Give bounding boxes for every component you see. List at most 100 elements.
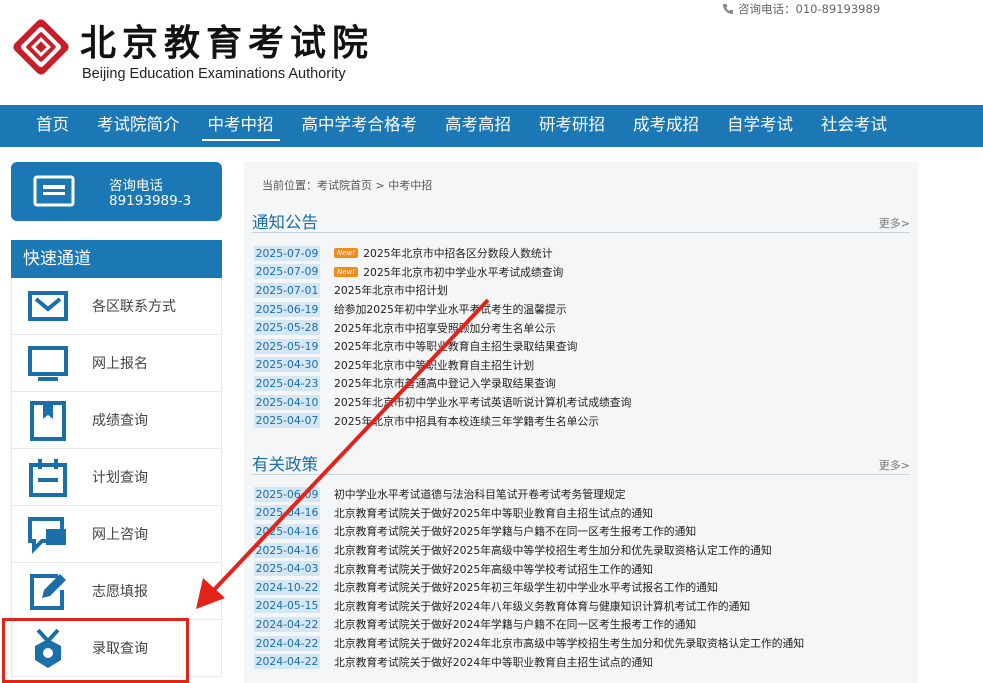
news-title-link[interactable]: 2025年北京市普通高中登记入学录取结果查询 [334, 375, 556, 391]
news-title-link[interactable]: 2025年北京市初中学业水平考试成绩查询 [363, 264, 563, 280]
nav-item-1[interactable]: 考试院简介 [97, 105, 180, 147]
quick-item-4[interactable]: 网上咨询 [11, 506, 222, 563]
news-date: 2024-04-22 [254, 635, 320, 651]
main-content: 当前位置：考试院首页 > 中考中招 通知公告 更多> 2025-07-09 New… [244, 162, 918, 683]
notices-row[interactable]: 2025-04-30 2025年北京市中等职业教育自主招生计划 [254, 356, 909, 375]
nav-item-4[interactable]: 高考高招 [445, 105, 511, 147]
quick-item-3[interactable]: 计划查询 [11, 449, 222, 506]
news-date: 2024-04-22 [254, 616, 320, 632]
nav-item-8[interactable]: 社会考试 [821, 105, 887, 147]
news-date: 2025-04-16 [254, 523, 320, 539]
nav-item-6[interactable]: 成考成招 [633, 105, 699, 147]
highlight-box [2, 618, 189, 683]
notices-row[interactable]: 2025-05-28 2025年北京市中招享受照顾加分考生名单公示 [254, 318, 909, 337]
notices-list: 2025-07-09 New! 2025年北京市中招各区分数段人数统计 2025-07… [254, 244, 909, 430]
new-badge: New! [334, 248, 359, 259]
news-title-link[interactable]: 北京教育考试院关于做好2025年中等职业教育自主招生试点的通知 [334, 505, 653, 521]
policies-list: 2025-06-09 初中学业水平考试道德与法治科目笔试开卷考试考务管理规定 202… [254, 485, 909, 671]
nav-item-0[interactable]: 首页 [36, 105, 69, 147]
main-nav: 首页 考试院简介 中考中招 高中学考合格考 高考高招 研考研招 成考成招 自学考试 社会考试 [0, 105, 983, 147]
edit-icon [28, 572, 68, 612]
quick-item-5[interactable]: 志愿填报 [11, 563, 222, 620]
quick-item-1[interactable]: 网上报名 [11, 335, 222, 392]
news-title-link[interactable]: 初中学业水平考试道德与法治科目笔试开卷考试考务管理规定 [334, 486, 626, 502]
news-date: 2024-04-22 [254, 654, 320, 670]
policies-row[interactable]: 2025-04-16 北京教育考试院关于做好2025年高级中等学校招生考生加分和优… [254, 541, 909, 560]
news-date: 2025-07-01 [254, 282, 320, 298]
news-title-link[interactable]: 北京教育考试院关于做好2024年中等职业教育自主招生试点的通知 [334, 654, 653, 670]
news-title-link[interactable]: 给参加2025年初中学业水平考试考生的温馨提示 [334, 301, 567, 317]
notices-row[interactable]: 2025-07-09 New! 2025年北京市中招各区分数段人数统计 [254, 244, 909, 263]
policies-more-link[interactable]: 更多> [879, 457, 910, 473]
news-date: 2025-04-16 [254, 542, 320, 558]
news-date: 2025-04-07 [254, 413, 320, 429]
news-date: 2025-06-19 [254, 301, 320, 317]
news-title-link[interactable]: 2025年北京市中招享受照顾加分考生名单公示 [334, 320, 556, 336]
policies-row[interactable]: 2024-05-15 北京教育考试院关于做好2024年八年级义务教育体育与健康知识… [254, 597, 909, 616]
news-title-link[interactable]: 北京教育考试院关于做好2025年学籍与户籍不在同一区考生报考工作的通知 [334, 523, 696, 539]
policies-row[interactable]: 2024-10-22 北京教育考试院关于做好2025年初三年级学生初中学业水平考试… [254, 578, 909, 597]
policies-row[interactable]: 2025-04-16 北京教育考试院关于做好2025年学籍与户籍不在同一区考生报考… [254, 522, 909, 541]
site-subtitle: Beijing Education Examinations Authority [82, 66, 346, 82]
quick-item-label: 网上报名 [92, 356, 148, 372]
hotline-label: 咨询电话 [109, 178, 163, 194]
nav-item-3[interactable]: 高中学考合格考 [302, 105, 418, 147]
policies-header: 有关政策 更多> [252, 451, 910, 475]
news-date: 2025-05-19 [254, 338, 320, 354]
chat-icon [28, 515, 68, 555]
policies-row[interactable]: 2024-04-22 北京教育考试院关于做好2024年北京市高级中等学校招生考生加… [254, 634, 909, 653]
policies-title[interactable]: 有关政策 [252, 451, 318, 475]
notices-row[interactable]: 2025-04-10 2025年北京市初中学业水平考试英语听说计算机考试成绩查询 [254, 393, 909, 412]
notices-row[interactable]: 2025-06-19 给参加2025年初中学业水平考试考生的温馨提示 [254, 300, 909, 319]
policies-row[interactable]: 2024-04-22 北京教育考试院关于做好2024年中等职业教育自主招生试点的通… [254, 652, 909, 671]
notices-row[interactable]: 2025-07-01 2025年北京市中招计划 [254, 281, 909, 300]
notices-title[interactable]: 通知公告 [252, 209, 318, 233]
quick-item-label: 网上咨询 [92, 527, 148, 543]
notices-row[interactable]: 2025-04-23 2025年北京市普通高中登记入学录取结果查询 [254, 374, 909, 393]
news-title-link[interactable]: 北京教育考试院关于做好2024年八年级义务教育体育与健康知识计算机考试工作的通知 [334, 598, 750, 614]
news-date: 2025-04-23 [254, 375, 320, 391]
news-title-link[interactable]: 北京教育考试院关于做好2024年学籍与户籍不在同一区考生报考工作的通知 [334, 616, 696, 632]
quick-item-0[interactable]: 各区联系方式 [11, 278, 222, 335]
nav-item-7[interactable]: 自学考试 [727, 105, 793, 147]
quick-item-label: 计划查询 [92, 470, 148, 486]
policies-row[interactable]: 2025-06-09 初中学业水平考试道德与法治科目笔试开卷考试考务管理规定 [254, 485, 909, 504]
news-date: 2025-07-09 [254, 264, 320, 280]
notices-row[interactable]: 2025-07-09 New! 2025年北京市初中学业水平考试成绩查询 [254, 263, 909, 282]
policies-row[interactable]: 2025-04-16 北京教育考试院关于做好2025年中等职业教育自主招生试点的通… [254, 504, 909, 523]
news-date: 2025-04-16 [254, 505, 320, 521]
phone-icon [723, 4, 733, 14]
telephone-icon [33, 175, 75, 207]
news-title-link[interactable]: 北京教育考试院关于做好2025年高级中等学校考试招生工作的通知 [334, 561, 653, 577]
notices-more-link[interactable]: 更多> [879, 215, 910, 231]
hotline-card: 咨询电话 89193989-3 [11, 162, 222, 221]
news-title-link[interactable]: 北京教育考试院关于做好2024年北京市高级中等学校招生考生加分和优先录取资格认定… [334, 635, 804, 651]
nav-item-5[interactable]: 研考研招 [539, 105, 605, 147]
quick-item-label: 各区联系方式 [92, 299, 176, 315]
notices-row[interactable]: 2025-04-07 2025年北京市中招具有本校连续三年学籍考生名单公示 [254, 411, 909, 430]
news-title-link[interactable]: 2025年北京市初中学业水平考试英语听说计算机考试成绩查询 [334, 394, 631, 410]
news-title-link[interactable]: 2025年北京市中招各区分数段人数统计 [363, 245, 552, 261]
policies-row[interactable]: 2024-04-22 北京教育考试院关于做好2024年学籍与户籍不在同一区考生报考… [254, 615, 909, 634]
news-date: 2025-04-10 [254, 394, 320, 410]
header-hotline-text: 咨询电话：010-89193989 [738, 2, 881, 16]
logo-icon[interactable] [10, 16, 72, 78]
notices-row[interactable]: 2025-05-19 2025年北京市中等职业教育自主招生录取结果查询 [254, 337, 909, 356]
nav-item-2[interactable]: 中考中招 [201, 105, 280, 147]
quick-item-label: 成绩查询 [92, 413, 148, 429]
news-title-link[interactable]: 北京教育考试院关于做好2025年初三年级学生初中学业水平考试报名工作的通知 [334, 579, 718, 595]
news-title-link[interactable]: 2025年北京市中招具有本校连续三年学籍考生名单公示 [334, 413, 599, 429]
quick-item-2[interactable]: 成绩查询 [11, 392, 222, 449]
news-title-link[interactable]: 2025年北京市中等职业教育自主招生计划 [334, 357, 534, 373]
news-title-link[interactable]: 北京教育考试院关于做好2025年高级中等学校招生考生加分和优先录取资格认定工作的… [334, 542, 772, 558]
news-date: 2024-10-22 [254, 579, 320, 595]
news-date: 2025-06-09 [254, 486, 320, 502]
monitor-icon [28, 344, 68, 384]
site-title[interactable]: 北京教育考试院 [80, 14, 374, 66]
news-title-link[interactable]: 2025年北京市中等职业教育自主招生录取结果查询 [334, 338, 577, 354]
bookmark-icon [28, 401, 68, 441]
policies-row[interactable]: 2025-04-03 北京教育考试院关于做好2025年高级中等学校考试招生工作的通… [254, 559, 909, 578]
news-date: 2024-05-15 [254, 598, 320, 614]
news-title-link[interactable]: 2025年北京市中招计划 [334, 282, 448, 298]
news-date: 2025-05-28 [254, 320, 320, 336]
